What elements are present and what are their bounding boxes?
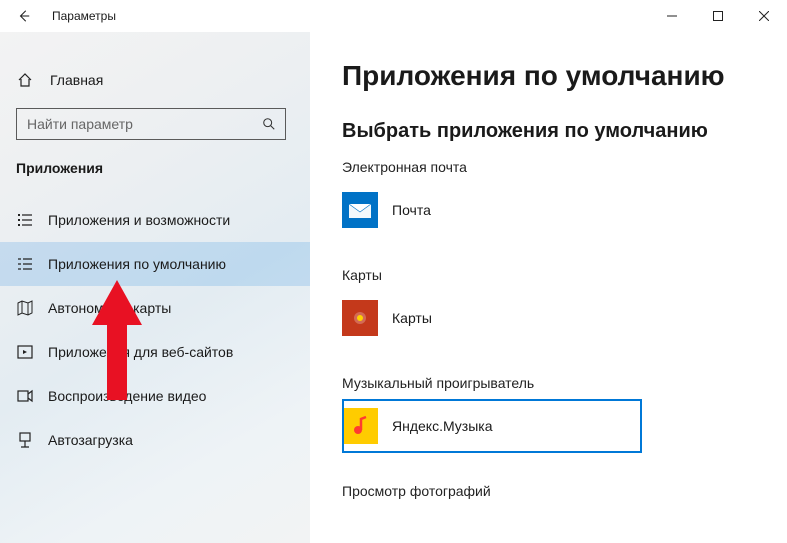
- map-icon: [16, 299, 34, 317]
- music-icon: [342, 408, 378, 444]
- sub-title: Выбрать приложения по умолчанию: [342, 120, 787, 143]
- maximize-icon: [713, 11, 723, 21]
- search-input[interactable]: [17, 116, 253, 132]
- search-wrap: [0, 100, 310, 152]
- content: Приложения по умолчанию Выбрать приложен…: [310, 32, 787, 543]
- sidebar-item-label: Приложения по умолчанию: [48, 256, 226, 272]
- startup-icon: [16, 431, 34, 449]
- app-name: Яндекс.Музыка: [392, 418, 493, 434]
- close-button[interactable]: [741, 0, 787, 32]
- section-header: Приложения: [0, 152, 310, 188]
- titlebar-left: Параметры: [0, 4, 116, 28]
- category-music: Музыкальный проигрыватель Яндекс.Музыка: [342, 375, 787, 453]
- page-title: Приложения по умолчанию: [342, 60, 787, 92]
- category-label: Карты: [342, 267, 787, 283]
- app-name: Карты: [392, 310, 432, 326]
- sidebar-item-startup[interactable]: Автозагрузка: [0, 418, 310, 462]
- home-link[interactable]: Главная: [0, 60, 310, 100]
- sidebar-item-offline-maps[interactable]: Автономные карты: [0, 286, 310, 330]
- body: Главная Приложения Приложения и возможно…: [0, 32, 787, 543]
- titlebar: Параметры: [0, 0, 787, 32]
- maximize-button[interactable]: [695, 0, 741, 32]
- sidebar-item-label: Приложения и возможности: [48, 212, 230, 228]
- app-tile-music[interactable]: Яндекс.Музыка: [342, 399, 642, 453]
- category-email: Электронная почта Почта: [342, 159, 787, 237]
- minimize-icon: [667, 11, 677, 21]
- category-photos: Просмотр фотографий: [342, 483, 787, 499]
- mail-icon: [342, 192, 378, 228]
- category-label: Просмотр фотографий: [342, 483, 787, 499]
- category-maps: Карты Карты: [342, 267, 787, 345]
- search-box[interactable]: [16, 108, 286, 140]
- sidebar: Главная Приложения Приложения и возможно…: [0, 32, 310, 543]
- settings-window: Параметры Главная: [0, 0, 787, 543]
- app-name: Почта: [392, 202, 431, 218]
- search-icon: [253, 117, 285, 131]
- home-label: Главная: [50, 72, 103, 88]
- maps-icon: [342, 300, 378, 336]
- window-title: Параметры: [52, 9, 116, 23]
- back-button[interactable]: [12, 4, 36, 28]
- nav: Приложения и возможности Приложения по у…: [0, 198, 310, 462]
- window-controls: [649, 0, 787, 32]
- close-icon: [759, 11, 769, 21]
- app-tile-maps[interactable]: Карты: [342, 291, 642, 345]
- app-tile-email[interactable]: Почта: [342, 183, 642, 237]
- minimize-button[interactable]: [649, 0, 695, 32]
- sidebar-item-default-apps[interactable]: Приложения по умолчанию: [0, 242, 310, 286]
- list-icon: [16, 211, 34, 229]
- sidebar-item-video[interactable]: Воспроизведение видео: [0, 374, 310, 418]
- category-label: Музыкальный проигрыватель: [342, 375, 787, 391]
- sidebar-item-web-apps[interactable]: Приложения для веб-сайтов: [0, 330, 310, 374]
- video-icon: [16, 387, 34, 405]
- sidebar-item-label: Воспроизведение видео: [48, 388, 206, 404]
- home-icon: [16, 71, 34, 89]
- sidebar-item-label: Автономные карты: [48, 300, 171, 316]
- arrow-left-icon: [17, 9, 31, 23]
- category-label: Электронная почта: [342, 159, 787, 175]
- sidebar-item-label: Автозагрузка: [48, 432, 133, 448]
- sidebar-item-label: Приложения для веб-сайтов: [48, 344, 233, 360]
- web-icon: [16, 343, 34, 361]
- defaults-icon: [16, 255, 34, 273]
- sidebar-item-apps-features[interactable]: Приложения и возможности: [0, 198, 310, 242]
